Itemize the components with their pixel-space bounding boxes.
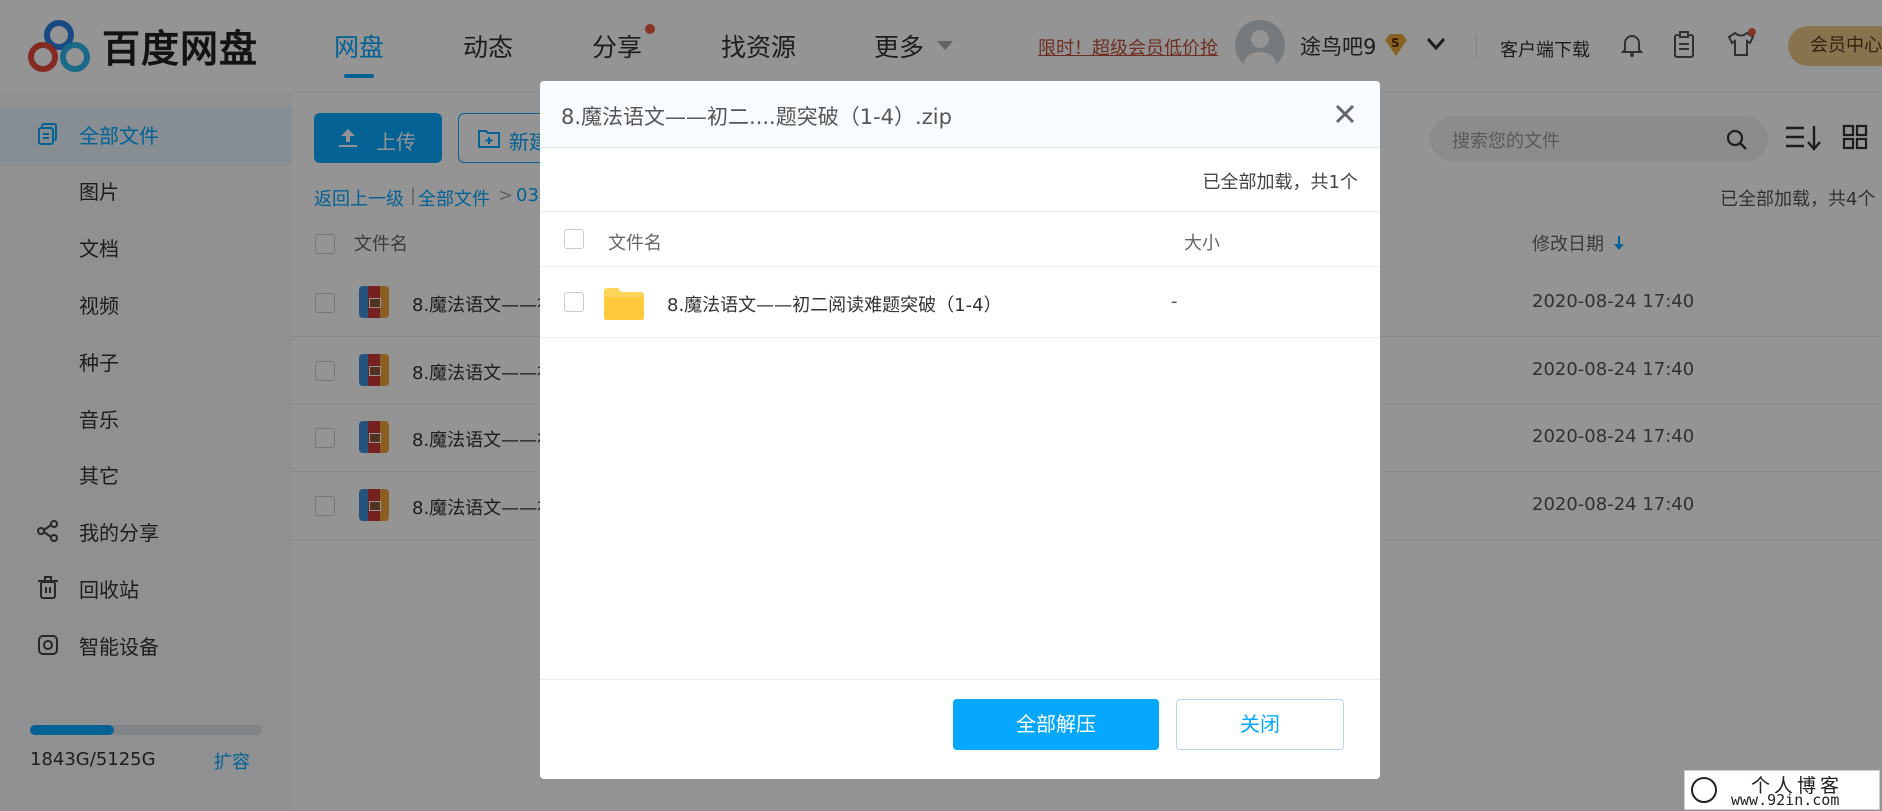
archive-entry-name[interactable]: 8.魔法语文——初二阅读难题突破（1-4） xyxy=(667,291,1002,317)
row-checkbox[interactable] xyxy=(564,292,584,312)
close-icon[interactable] xyxy=(1332,101,1358,127)
dialog-title: 8.魔法语文——初二....题突破（1-4）.zip xyxy=(561,105,952,129)
extract-all-button[interactable]: 全部解压 xyxy=(953,699,1159,750)
dialog-select-all-checkbox[interactable] xyxy=(564,229,584,249)
dialog-header: 8.魔法语文——初二....题突破（1-4）.zip xyxy=(540,81,1380,148)
dialog-column-name: 文件名 xyxy=(608,233,662,254)
divider xyxy=(540,337,1380,338)
watermark-line2: www.92in.com xyxy=(1731,791,1840,809)
blog-watermark: 个人博客 www.92in.com xyxy=(1684,770,1880,810)
dialog-column-size: 大小 xyxy=(1184,233,1220,254)
dialog-loaded-status: 已全部加载，共1个 xyxy=(1202,172,1358,193)
close-button[interactable]: 关闭 xyxy=(1176,699,1344,750)
zip-preview-dialog: 8.魔法语文——初二....题突破（1-4）.zip 已全部加载，共1个 文件名… xyxy=(540,81,1380,779)
archive-entry-size: - xyxy=(1171,291,1178,312)
divider xyxy=(540,266,1380,267)
mascot-icon xyxy=(1691,777,1717,803)
divider xyxy=(540,211,1380,212)
folder-icon xyxy=(604,288,644,320)
divider xyxy=(540,679,1380,680)
